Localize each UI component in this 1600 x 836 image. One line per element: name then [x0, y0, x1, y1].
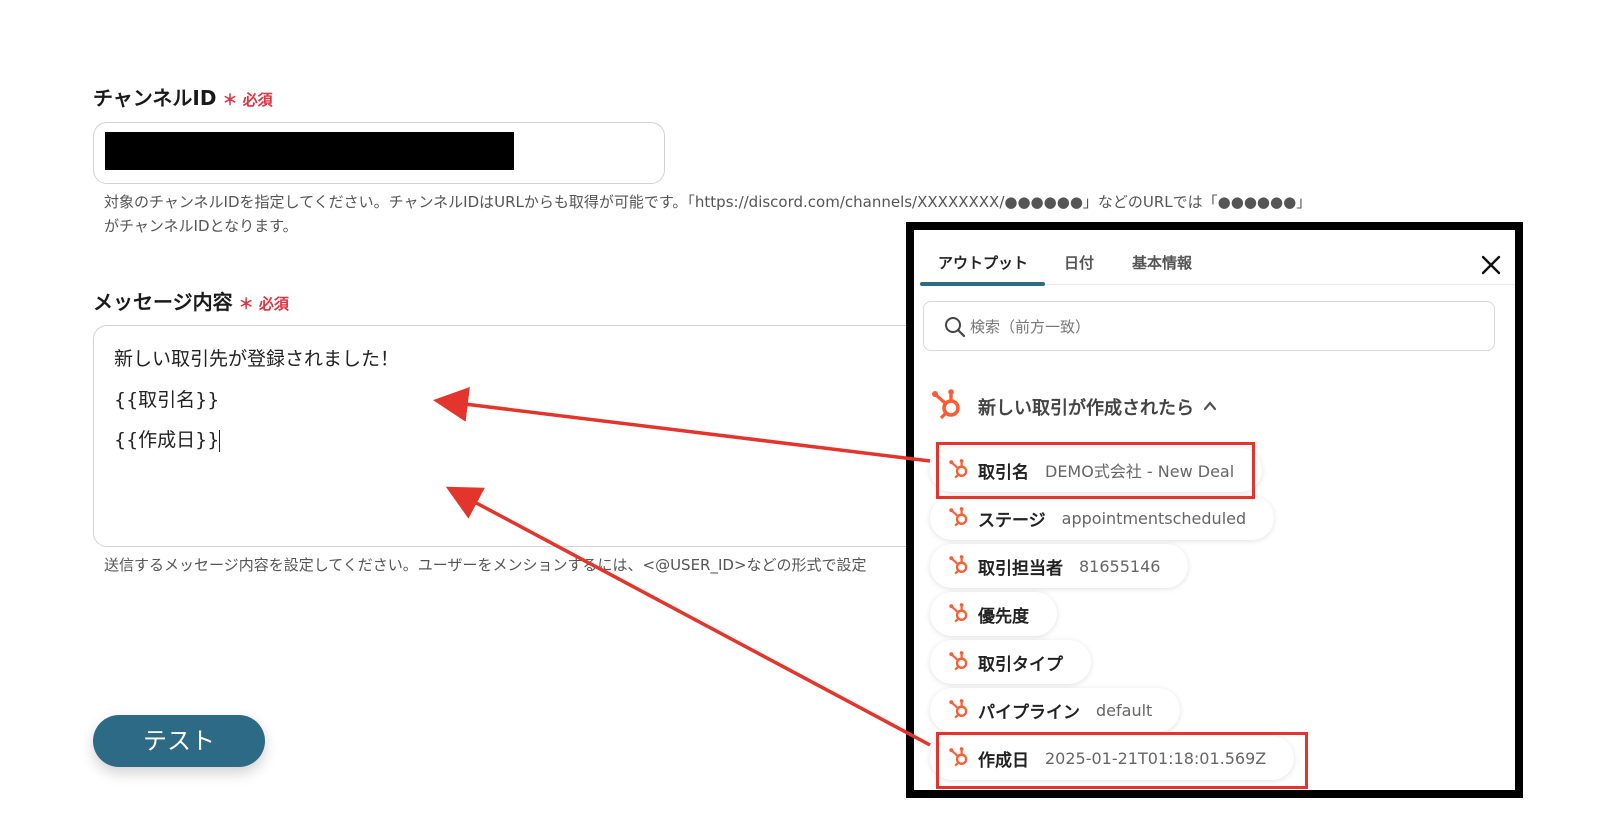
tab-date[interactable]: 日付 [1064, 252, 1094, 273]
message-textarea[interactable]: 新しい取引先が登録されました！ {{取引名}} {{作成日}} [93, 325, 993, 547]
output-item-priority[interactable]: 優先度 [930, 592, 1057, 636]
item-name: ステージ [978, 510, 1046, 531]
channel-id-input[interactable] [93, 122, 665, 184]
item-name: パイプライン [978, 702, 1080, 723]
item-name: 優先度 [978, 606, 1029, 627]
item-value: 81655146 [1079, 556, 1161, 576]
chevron-up-icon[interactable] [1202, 398, 1218, 414]
hubspot-icon [948, 649, 970, 675]
output-popup: アウトプット 日付 基本情報 検索（前方一致） 新しい取引が作成されたら 取引名… [906, 222, 1523, 798]
output-item-deal-owner[interactable]: 取引担当者 81655146 [930, 544, 1189, 588]
search-placeholder: 検索（前方一致） [970, 318, 1091, 336]
channel-id-label: チャンネルID ＊ 必須 [93, 82, 273, 111]
output-item-pipeline[interactable]: パイプライン default [930, 688, 1181, 732]
active-tab-indicator [920, 282, 1045, 286]
group-title: 新しい取引が作成されたら [978, 398, 1194, 419]
close-icon[interactable] [1480, 254, 1502, 276]
item-name: 取引担当者 [978, 558, 1063, 579]
text-caret [219, 429, 221, 452]
message-line-text: {{作成日}} [114, 429, 220, 451]
tab-basic-info[interactable]: 基本情報 [1132, 252, 1192, 273]
message-line: {{作成日}} [114, 425, 221, 452]
item-value: appointmentscheduled [1061, 508, 1247, 528]
redacted-value [105, 132, 514, 170]
search-input[interactable]: 検索（前方一致） [923, 301, 1495, 351]
highlight-box-deal-name [936, 442, 1255, 499]
highlight-box-created-date [936, 732, 1308, 789]
message-label: メッセージ内容 ＊ 必須 [93, 286, 289, 315]
channel-id-help-line1: 対象のチャンネルIDを指定してください。チャンネルIDはURLからも取得が可能で… [104, 193, 1312, 211]
channel-id-label-text: チャンネルID [93, 86, 217, 110]
output-item-deal-type[interactable]: 取引タイプ [930, 640, 1091, 684]
required-badge: ＊ 必須 [238, 295, 289, 313]
item-value: default [1096, 700, 1153, 720]
hubspot-icon [948, 601, 970, 627]
message-line: {{取引名}} [114, 389, 220, 411]
required-badge: ＊ 必須 [222, 91, 273, 109]
search-icon [944, 316, 966, 338]
hubspot-icon [948, 553, 970, 579]
hubspot-icon [930, 386, 964, 420]
test-button[interactable]: テスト [93, 715, 265, 767]
message-line: 新しい取引先が登録されました！ [114, 348, 400, 370]
hubspot-icon [948, 505, 970, 531]
output-item-stage[interactable]: ステージ appointmentscheduled [930, 496, 1275, 540]
message-label-text: メッセージ内容 [93, 290, 233, 314]
item-name: 取引タイプ [978, 654, 1063, 675]
tab-output[interactable]: アウトプット [938, 252, 1028, 273]
message-help: 送信するメッセージ内容を設定してください。ユーザーをメンションするには、<@US… [104, 556, 867, 574]
hubspot-icon [948, 697, 970, 723]
